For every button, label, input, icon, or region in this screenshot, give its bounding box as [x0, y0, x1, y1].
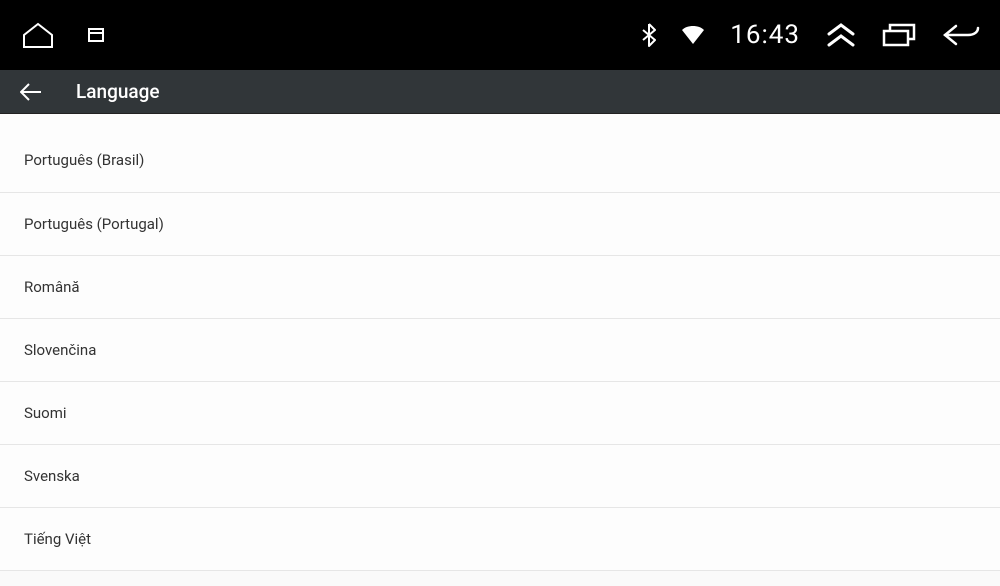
wifi-icon — [682, 26, 704, 44]
language-item[interactable]: Română — [0, 256, 1000, 319]
status-bar: 16:43 — [0, 0, 1000, 70]
recent-apps-icon[interactable] — [882, 23, 916, 47]
language-item[interactable]: Tiếng Việt — [0, 508, 1000, 571]
language-label: Svenska — [24, 467, 80, 485]
language-item[interactable]: Português (Brasil) — [0, 114, 1000, 193]
language-label: Português (Portugal) — [24, 215, 164, 233]
language-list: Português (Brasil) Português (Portugal) … — [0, 114, 1000, 571]
collapse-up-icon[interactable] — [826, 23, 856, 47]
language-item[interactable]: Svenska — [0, 445, 1000, 508]
status-bar-left — [20, 21, 104, 49]
language-label: Suomi — [24, 404, 67, 422]
home-outline-icon[interactable] — [20, 21, 56, 49]
page-title: Language — [76, 80, 160, 103]
back-icon[interactable] — [942, 23, 980, 47]
language-item[interactable]: Português (Portugal) — [0, 193, 1000, 256]
status-time: 16:43 — [730, 20, 800, 50]
language-item[interactable]: Suomi — [0, 382, 1000, 445]
page-header: Language — [0, 70, 1000, 114]
status-bar-right: 16:43 — [642, 20, 980, 50]
language-label: Tiếng Việt — [24, 530, 91, 548]
window-icon[interactable] — [88, 28, 104, 42]
language-label: Português (Brasil) — [24, 151, 144, 169]
language-item[interactable]: Slovenčina — [0, 319, 1000, 382]
language-label: Slovenčina — [24, 341, 96, 359]
back-arrow-icon[interactable] — [20, 83, 42, 101]
language-label: Română — [24, 278, 80, 296]
bluetooth-icon — [642, 23, 656, 47]
